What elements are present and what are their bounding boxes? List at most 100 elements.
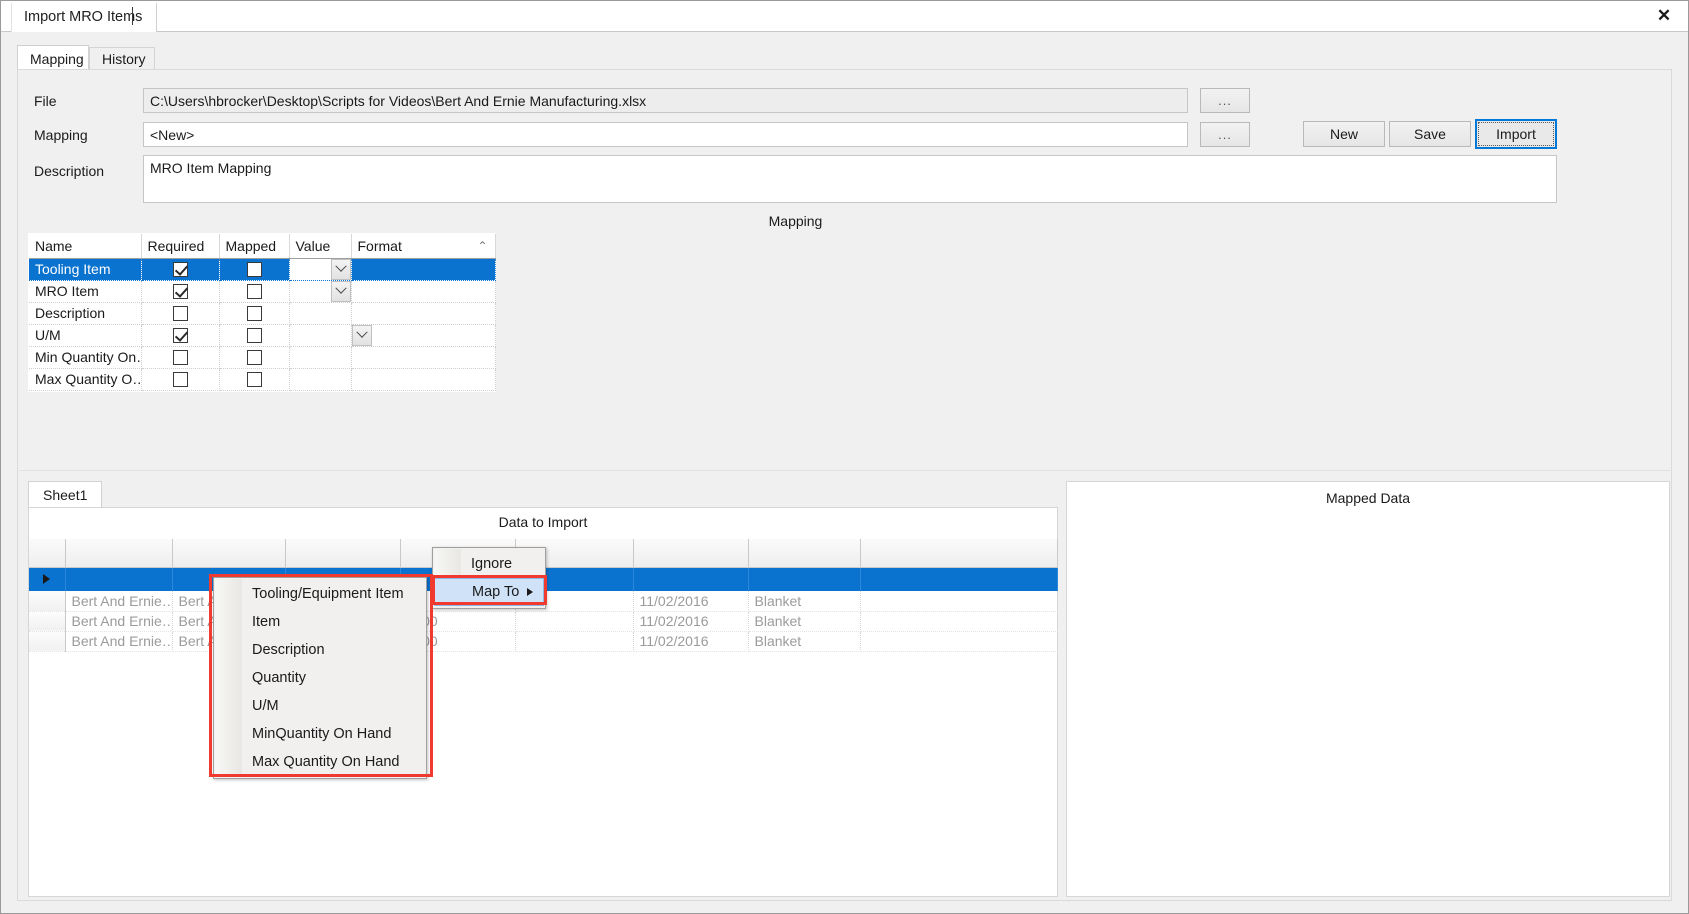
map-to-submenu-item[interactable]: Max Quantity On Hand	[214, 748, 426, 776]
unchecked-checkbox-icon[interactable]	[246, 328, 262, 344]
mapping-row-mapped-cell[interactable]	[219, 302, 290, 325]
selected-header-cell[interactable]	[748, 567, 861, 591]
map-to-submenu-item[interactable]: Item	[214, 608, 426, 636]
data-grid-col-2[interactable]	[172, 539, 286, 568]
col-header-required[interactable]: Required	[141, 234, 220, 259]
checked-checkbox-icon[interactable]	[172, 328, 188, 344]
mapping-row-format-cell[interactable]	[351, 280, 496, 303]
unchecked-checkbox-icon[interactable]	[246, 284, 262, 300]
mapping-row-required-cell[interactable]	[141, 324, 220, 347]
data-grid-col-1[interactable]	[65, 539, 173, 568]
mapping-row-value-cell[interactable]	[289, 368, 352, 391]
map-to-submenu-item[interactable]: U/M	[214, 692, 426, 720]
data-grid-col-6[interactable]	[633, 539, 749, 568]
chevron-down-icon[interactable]	[330, 280, 350, 301]
data-cell[interactable]: Bert And Ernie…	[65, 611, 173, 632]
context-menu[interactable]: Ignore Map To	[432, 547, 546, 609]
mapping-row-format-cell[interactable]	[351, 368, 496, 391]
mapping-row-required-cell[interactable]	[141, 368, 220, 391]
data-cell[interactable]	[860, 591, 1058, 612]
data-table-row[interactable]: Bert And Ernie…Bert A249300011/02/2016Bl…	[29, 631, 1058, 652]
unchecked-checkbox-icon[interactable]	[172, 372, 188, 388]
col-header-value[interactable]: Value	[289, 234, 352, 259]
unchecked-checkbox-icon[interactable]	[172, 350, 188, 366]
map-to-submenu-item[interactable]: MinQuantity On Hand	[214, 720, 426, 748]
unchecked-checkbox-icon[interactable]	[246, 306, 262, 322]
save-button[interactable]: Save	[1389, 121, 1471, 147]
data-cell[interactable]: 11/02/2016	[633, 631, 749, 652]
mapping-row-format-cell[interactable]	[351, 258, 496, 281]
checked-checkbox-icon[interactable]	[172, 284, 188, 300]
data-cell[interactable]	[515, 631, 634, 652]
tab-mapping[interactable]: Mapping	[17, 45, 89, 71]
mapping-row-value-cell[interactable]	[289, 324, 352, 347]
file-browse-button[interactable]: ...	[1200, 88, 1250, 113]
description-input[interactable]: MRO Item Mapping	[143, 155, 1557, 203]
mapping-row-format-cell[interactable]	[351, 346, 496, 369]
mapping-table-row[interactable]: Min Quantity On…	[29, 346, 496, 369]
mapping-browse-button[interactable]: ...	[1200, 122, 1250, 147]
mapping-table-row[interactable]: Max Quantity O…	[29, 368, 496, 391]
selected-header-cell[interactable]	[860, 567, 1058, 591]
data-row-header-cell[interactable]	[29, 631, 66, 652]
map-to-submenu-item[interactable]: Quantity	[214, 664, 426, 692]
context-menu-item-map-to[interactable]: Map To	[434, 578, 544, 606]
mapping-row-mapped-cell[interactable]	[219, 258, 290, 281]
col-header-mapped[interactable]: Mapped	[219, 234, 290, 259]
mapping-row-required-cell[interactable]	[141, 280, 220, 303]
data-grid-col-7[interactable]	[748, 539, 861, 568]
unchecked-checkbox-icon[interactable]	[246, 350, 262, 366]
data-grid-col-8[interactable]	[860, 539, 1058, 568]
mapping-table-row[interactable]: U/M	[29, 324, 496, 347]
data-cell[interactable]: Blanket	[748, 611, 861, 632]
mapping-table-row[interactable]: MRO Item	[29, 280, 496, 303]
unchecked-checkbox-icon[interactable]	[172, 306, 188, 322]
checked-checkbox-icon[interactable]	[172, 262, 188, 278]
tab-history[interactable]: History	[89, 47, 155, 70]
close-icon[interactable]: ✕	[1650, 3, 1678, 29]
chevron-down-icon[interactable]	[351, 324, 372, 345]
selected-header-cell[interactable]	[65, 567, 173, 591]
mapping-row-mapped-cell[interactable]	[219, 368, 290, 391]
context-menu-item-ignore[interactable]: Ignore	[433, 550, 545, 578]
mapping-row-value-cell[interactable]	[289, 280, 352, 303]
unchecked-checkbox-icon[interactable]	[246, 262, 262, 278]
mapping-row-required-cell[interactable]	[141, 346, 220, 369]
mapping-row-mapped-cell[interactable]	[219, 280, 290, 303]
mapping-row-value-cell[interactable]	[289, 258, 352, 281]
mapping-row-value-cell[interactable]	[289, 346, 352, 369]
value-combobox-field[interactable]	[289, 258, 331, 279]
mapping-row-mapped-cell[interactable]	[219, 324, 290, 347]
value-combobox-field[interactable]	[290, 281, 331, 302]
mapping-row-value-cell[interactable]	[289, 302, 352, 325]
data-cell[interactable]: 11/02/2016	[633, 591, 749, 612]
data-cell[interactable]	[860, 631, 1058, 652]
selected-header-cell[interactable]	[633, 567, 749, 591]
data-table-row[interactable]: Bert And Ernie…Bert A822200011/02/2016Bl…	[29, 611, 1058, 632]
data-cell[interactable]	[860, 611, 1058, 632]
data-cell[interactable]: Blanket	[748, 591, 861, 612]
mapping-table-row[interactable]: Tooling Item	[29, 258, 496, 281]
data-cell[interactable]: Blanket	[748, 631, 861, 652]
mapping-row-required-cell[interactable]	[141, 258, 220, 281]
data-grid-col-3[interactable]	[285, 539, 401, 568]
mapping-row-format-cell[interactable]	[351, 302, 496, 325]
data-grid-corner-header[interactable]	[29, 539, 66, 568]
data-cell[interactable]	[515, 611, 634, 632]
data-row-header-cell[interactable]	[29, 611, 66, 632]
map-to-submenu-item[interactable]: Description	[214, 636, 426, 664]
unchecked-checkbox-icon[interactable]	[246, 372, 262, 388]
data-cell[interactable]: Bert And Ernie…	[65, 591, 173, 612]
data-cell[interactable]: 11/02/2016	[633, 611, 749, 632]
chevron-down-icon[interactable]	[330, 258, 350, 279]
file-path-input[interactable]: C:\Users\hbrocker\Desktop\Scripts for Vi…	[143, 88, 1188, 113]
document-tab-import-mro-items[interactable]: Import MRO Items	[11, 3, 158, 32]
new-button[interactable]: New	[1303, 121, 1385, 147]
mapping-name-input[interactable]: <New>	[143, 122, 1188, 147]
value-combobox[interactable]	[289, 258, 350, 279]
map-to-submenu-item[interactable]: Tooling/Equipment Item	[214, 580, 426, 608]
col-header-name[interactable]: Name	[29, 234, 142, 259]
data-row-header-cell[interactable]	[29, 591, 66, 612]
data-cell[interactable]: Bert And Ernie…	[65, 631, 173, 652]
mapping-table-row[interactable]: Description	[29, 302, 496, 325]
